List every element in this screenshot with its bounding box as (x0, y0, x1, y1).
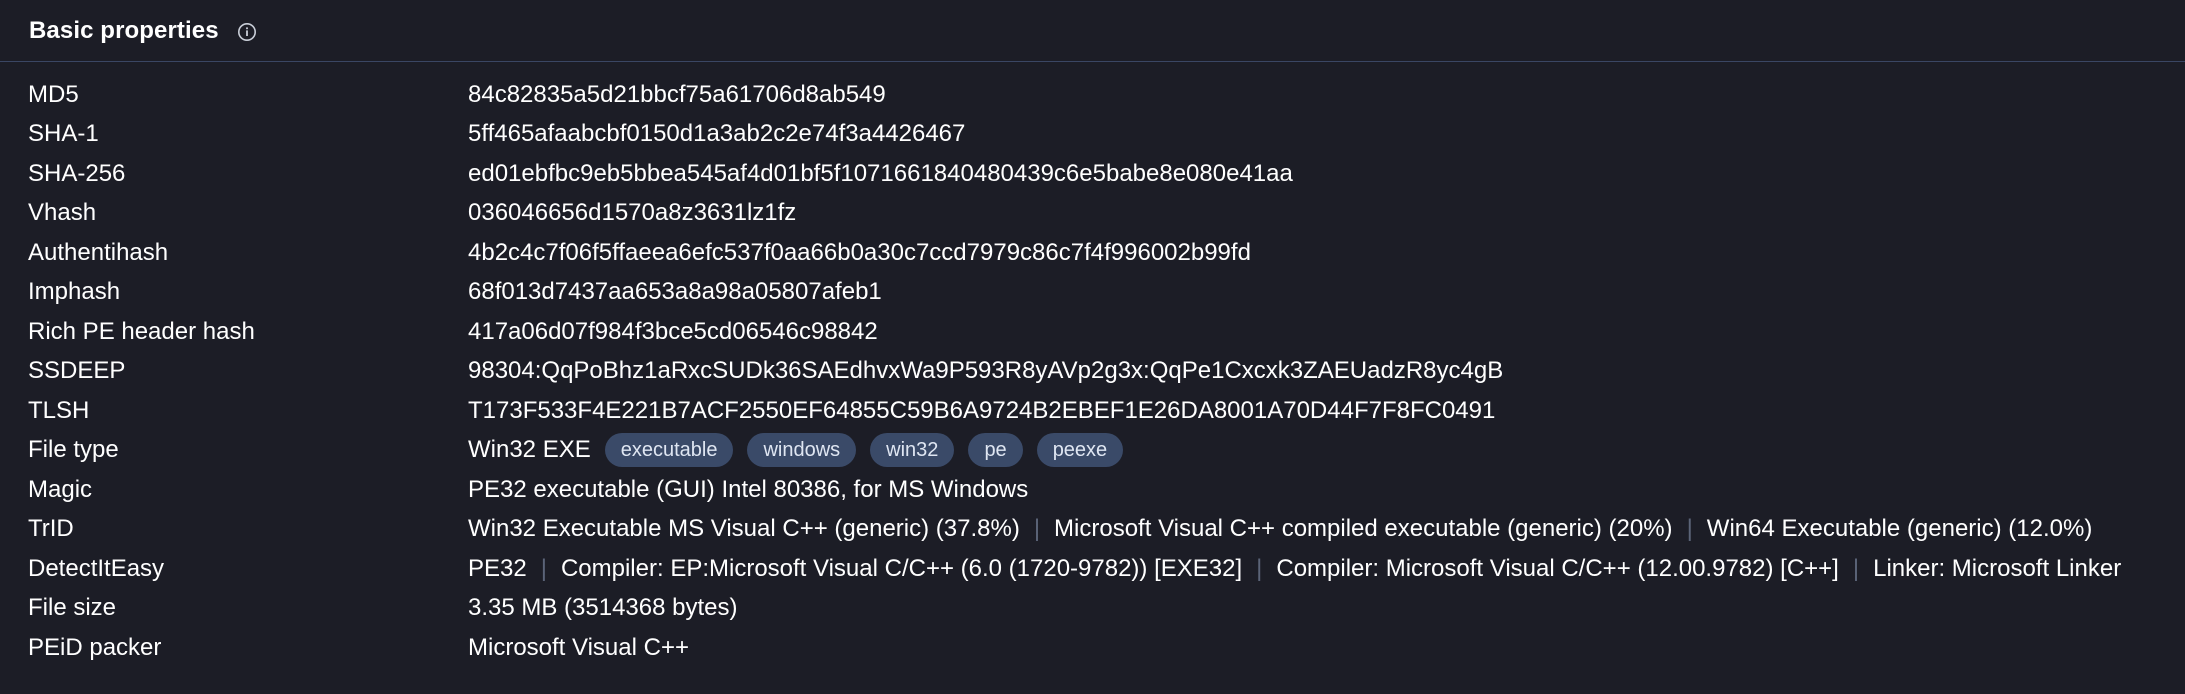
file-size-value[interactable]: 3.35 MB (3514368 bytes) (468, 594, 2185, 622)
property-row-peid-packer: PEiD packer Microsoft Visual C++ (0, 628, 2185, 668)
separator: | (1852, 554, 1860, 582)
property-row-file-size: File size 3.35 MB (3514368 bytes) (0, 589, 2185, 629)
property-label: SSDEEP (28, 357, 126, 385)
imphash-value[interactable]: 68f013d7437aa653a8a98a05807afeb1 (468, 278, 2185, 306)
tag-executable[interactable]: executable (604, 433, 734, 468)
property-label: Imphash (28, 278, 121, 306)
separator: | (1256, 554, 1263, 582)
detectiteasy-value[interactable]: PE32 | Compiler: EP:Microsoft Visual C/C++… (468, 555, 2185, 583)
property-label: SHA-1 (28, 120, 99, 148)
info-icon[interactable] (237, 22, 257, 42)
peid-packer-value[interactable]: Microsoft Visual C++ (468, 634, 2185, 662)
property-label: File size (28, 594, 117, 622)
tag-peexe[interactable]: peexe (1036, 433, 1124, 468)
die-entry: Linker: Microsoft Linker (1873, 554, 2122, 582)
md5-value[interactable]: 84c82835a5d21bbcf75a61706d8ab549 (468, 81, 2185, 109)
tag-windows[interactable]: windows (747, 433, 857, 468)
property-row-tlsh: TLSH T173F533F4E221B7ACF2550EF64855C59B6… (0, 391, 2185, 431)
magic-value[interactable]: PE32 executable (GUI) Intel 80386, for M… (468, 476, 2185, 504)
die-entry: Compiler: Microsoft Visual C/C++ (12.00.… (1276, 554, 1839, 582)
trid-entry: Win32 Executable MS Visual C++ (generic)… (468, 515, 1020, 543)
property-label: MD5 (28, 80, 79, 108)
property-row-file-type: File type Win32 EXE executable windows w… (0, 431, 2185, 471)
property-row-rich-pe-header-hash: Rich PE header hash 417a06d07f984f3bce5c… (0, 312, 2185, 352)
section-header: Basic properties (0, 0, 2185, 62)
property-row-md5: MD5 84c82835a5d21bbcf75a61706d8ab549 (0, 75, 2185, 115)
properties-list: MD5 84c82835a5d21bbcf75a61706d8ab549 SHA… (0, 75, 2185, 668)
property-row-trid: TrID Win32 Executable MS Visual C++ (gen… (0, 510, 2185, 550)
property-label: PEiD packer (28, 633, 162, 661)
property-label: Rich PE header hash (28, 317, 255, 345)
separator: | (540, 554, 547, 582)
property-row-vhash: Vhash 036046656d1570a8z3631lz1fz (0, 194, 2185, 234)
separator: | (1686, 515, 1693, 543)
trid-entry: Microsoft Visual C++ compiled executable… (1054, 515, 1673, 543)
die-entry: Compiler: EP:Microsoft Visual C/C++ (6.0… (560, 554, 1243, 582)
property-label: Authentihash (28, 238, 169, 266)
property-label: TLSH (28, 396, 90, 424)
tag-pe[interactable]: pe (968, 433, 1023, 468)
property-label: Magic (28, 475, 93, 503)
vhash-value[interactable]: 036046656d1570a8z3631lz1fz (468, 199, 2185, 227)
file-type-text: Win32 EXE (468, 436, 591, 464)
property-row-sha256: SHA-256 ed01ebfbc9eb5bbea545af4d01bf5f10… (0, 154, 2185, 194)
property-row-sha1: SHA-1 5ff465afaabcbf0150d1a3ab2c2e74f3a4… (0, 115, 2185, 155)
ssdeep-value[interactable]: 98304:QqPoBhz1aRxcSUDk36SAEdhvxWa9P593R8… (468, 357, 2185, 385)
file-type-value: Win32 EXE executable windows win32 pe pe… (468, 433, 2185, 468)
property-row-authentihash: Authentihash 4b2c4c7f06f5ffaeea6efc537f0… (0, 233, 2185, 273)
property-row-ssdeep: SSDEEP 98304:QqPoBhz1aRxcSUDk36SAEdhvxWa… (0, 352, 2185, 392)
authentihash-value[interactable]: 4b2c4c7f06f5ffaeea6efc537f0aa66b0a30c7cc… (468, 239, 2185, 267)
property-label: File type (28, 436, 119, 464)
property-row-magic: Magic PE32 executable (GUI) Intel 80386,… (0, 470, 2185, 510)
tlsh-value[interactable]: T173F533F4E221B7ACF2550EF64855C59B6A9724… (468, 397, 2185, 425)
rich-pe-header-hash-value[interactable]: 417a06d07f984f3bce5cd06546c98842 (468, 318, 2185, 346)
property-row-detectiteasy: DetectItEasy PE32 | Compiler: EP:Microsoft… (0, 549, 2185, 589)
property-label: DetectItEasy (28, 554, 165, 582)
trid-value[interactable]: Win32 Executable MS Visual C++ (generic)… (468, 515, 2185, 543)
trid-entry: Win64 Executable (generic) (12.0%) (1706, 515, 2093, 543)
sha1-value[interactable]: 5ff465afaabcbf0150d1a3ab2c2e74f3a4426467 (468, 120, 2185, 148)
section-title: Basic properties (29, 16, 219, 44)
property-label: Vhash (28, 199, 97, 227)
sha256-value[interactable]: ed01ebfbc9eb5bbea545af4d01bf5f1071661840… (468, 160, 2185, 188)
property-row-imphash: Imphash 68f013d7437aa653a8a98a05807afeb1 (0, 273, 2185, 313)
separator: | (1033, 515, 1041, 543)
die-entry: PE32 (468, 554, 527, 582)
property-label: SHA-256 (28, 159, 126, 187)
property-label: TrID (28, 515, 74, 543)
tag-win32[interactable]: win32 (870, 433, 955, 468)
